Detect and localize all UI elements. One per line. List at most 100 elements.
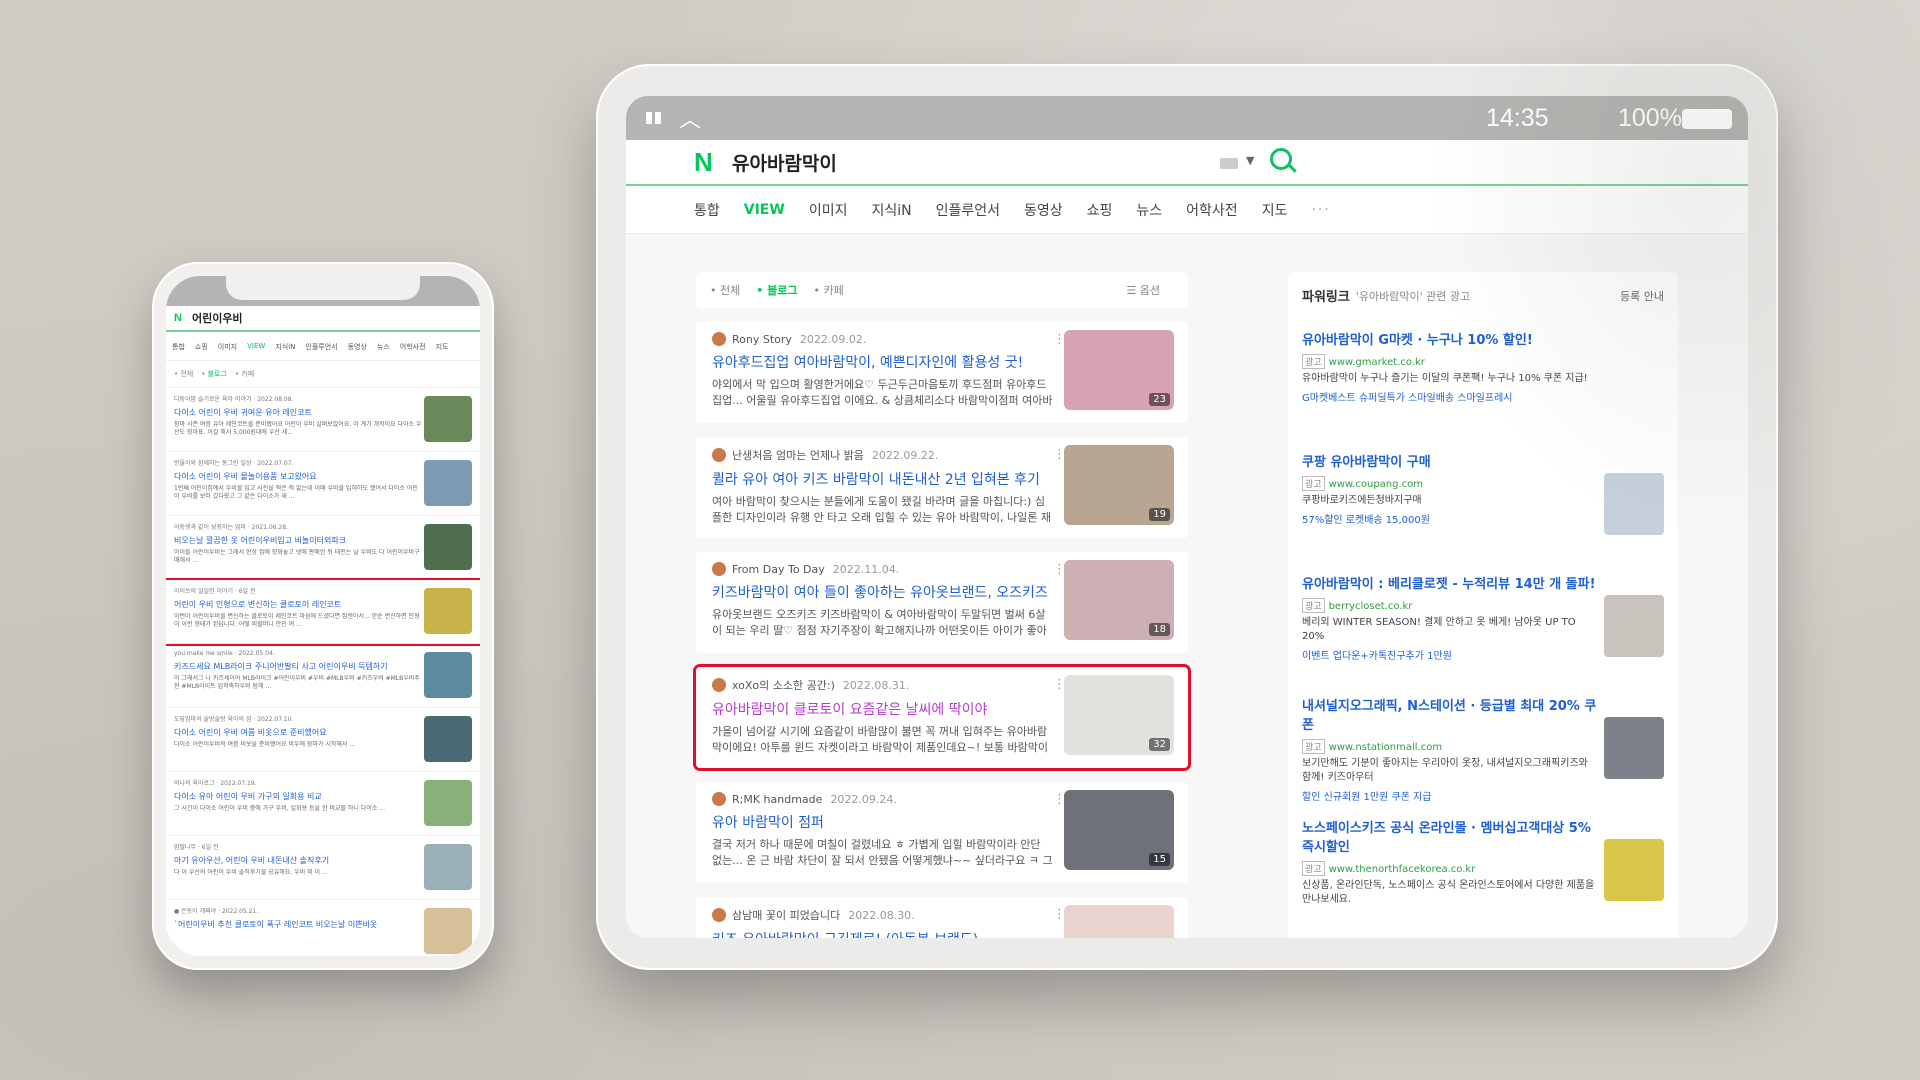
ad-url[interactable]: 광고 www.gmarket.co.kr [1302,354,1598,369]
filter-cafe[interactable]: • 카페 [813,282,843,298]
result-title[interactable]: 키즈 유아바람막이 구김제로! (아동복 브랜드) [712,929,1054,938]
result-title[interactable]: 유아바람막이 클로토이 요즘같은 날씨에 딱이야 [712,699,1054,719]
search-icon[interactable] [1270,148,1292,170]
result-author[interactable]: 삼남매 꽃이 피었습니다 [732,907,840,923]
tab-item[interactable]: 통합 [694,200,720,220]
phone-result-item[interactable]: 도담엄마의 솔방솔방 육아의 섬 · 2022.07.10. 다이소 어린이 우비… [166,708,480,772]
ad-extension-links[interactable]: 할인 신규회원 1만원 쿠폰 지급 [1302,788,1598,803]
ad-extension-links[interactable]: 57%할인 로켓배송 15,000원 [1302,511,1598,526]
result-thumbnail[interactable] [1064,905,1174,938]
result-author[interactable]: xoXo의 소소한 공간:) [732,677,835,693]
ad-thumbnail[interactable] [1604,717,1664,779]
result-thumbnail[interactable]: 19 [1064,445,1174,525]
ad-title[interactable]: 노스페이스키즈 공식 온라인몰 · 멤버십고객대상 5% 즉시할인 [1302,819,1598,857]
result-author[interactable]: 난생처음 엄마는 언제나 밝음 [732,447,864,463]
phone-result-item[interactable]: ● 은동이 개찌야 · 2022.05.21. `어린이우비 추천 클로토이 폭구… [166,900,480,956]
filter-all[interactable]: • 전체 [710,282,740,298]
result-card[interactable]: 난생처음 엄마는 언제나 밝음 2022.09.22. ⋮ 퀼라 유아 여아 키즈 바… [696,437,1188,538]
phone-result-title[interactable]: 다이소 어린이 우비 귀여운 유아 레인코트 [174,407,422,418]
result-thumbnail[interactable]: 18 [1064,560,1174,640]
phone-tab-item[interactable]: 뉴스 [377,342,390,352]
tab-item[interactable]: 어학사전 [1186,200,1238,220]
result-thumbnail[interactable]: 32 [1064,675,1174,755]
phone-result-thumbnail[interactable] [424,844,472,890]
options-button[interactable]: ☰ 옵션 [1126,282,1160,298]
result-author[interactable]: R;MK handmade [732,793,822,806]
phone-tab-item[interactable]: 어학사전 [400,342,426,352]
result-author[interactable]: Rony Story [732,333,792,346]
phone-result-title[interactable]: 키즈드세요 MLB라이크 주니어반팔티 사고 어린이우비 득템하기 [174,661,422,672]
phone-tab-item[interactable]: VIEW [247,342,265,352]
keyboard-icon[interactable] [1220,158,1238,169]
tab-item[interactable]: 쇼핑 [1087,200,1113,220]
phone-result-title[interactable]: 어린이 우비 인형으로 변신하는 클로토이 레인코트 [174,599,422,610]
phone-tab-item[interactable]: 지도 [436,342,449,352]
phone-result-thumbnail[interactable] [424,652,472,698]
ad-title[interactable]: 유아바람막이 G마켓 · 누구나 10% 할인! [1302,331,1598,350]
phone-result-thumbnail[interactable] [424,524,472,570]
phone-result-item[interactable]: you make me smile · 2022.05.04. 키즈드세요 MLB… [166,644,480,708]
phone-result-thumbnail[interactable] [424,588,472,634]
naver-logo-icon[interactable]: N [694,147,732,178]
phone-result-title[interactable]: `어린이우비 추천 클로토이 폭구 레인코트 비오는날 이쁜비옷 [174,919,422,930]
phone-result-thumbnail[interactable] [424,780,472,826]
phone-result-item[interactable]: 아이쓰의 일일한 이야기 · 6일 전 어린이 우비 인형으로 변신하는 클로토이… [166,578,480,646]
phone-tab-item[interactable]: 지식iN [275,342,295,352]
result-card[interactable]: xoXo의 소소한 공간:) 2022.08.31. ⋮ 유아바람막이 클로토이 요즘… [693,664,1191,771]
ad-url-text[interactable]: www.nstationmall.com [1329,742,1443,753]
phone-result-title[interactable]: 비오는날 깔끔한 옷 어린이우비입고 비놀이터외파크 [174,535,422,546]
phone-search-header[interactable]: N 어린이우비 [166,306,480,332]
phone-result-item[interactable]: 비나의 육아로그 · 2022.07.19. 다이소 유아 어린이 우비 가구의 … [166,772,480,836]
tab-item[interactable]: 동영상 [1024,200,1063,220]
tab-item[interactable]: VIEW [744,202,785,218]
phone-search-query[interactable]: 어린이우비 [192,310,243,326]
ad-thumbnail[interactable] [1604,595,1664,657]
result-author[interactable]: From Day To Day [732,563,825,576]
ad-title[interactable]: 쿠팡 유아바람막이 구매 [1302,453,1598,472]
phone-result-title[interactable]: 다이소 어린이 우비 여름 비옷으로 준비했어요 [174,727,422,738]
result-title[interactable]: 유아 바람막이 점퍼 [712,812,1054,832]
phone-result-item[interactable]: 방울이와 함께하는 동그란 일상 · 2022.07.07. 다이소 어린이 우비… [166,452,480,516]
ad-thumbnail[interactable] [1604,473,1664,535]
result-thumbnail[interactable]: 15 [1064,790,1174,870]
ad-url[interactable]: 광고 www.nstationmall.com [1302,739,1598,754]
phone-result-item[interactable]: 다둥이맘 슬기로운 육아 이야기 · 2022.08.08. 다이소 어린이 우비… [166,388,480,452]
search-query[interactable]: 유아바람막이 [732,149,837,176]
filter-blog[interactable]: • 블로그 [756,282,797,298]
ad-item[interactable]: 노스페이스키즈 공식 온라인몰 · 멤버십고객대상 5% 즉시할인광고 www.t… [1302,819,1664,915]
result-thumbnail[interactable]: 23 [1064,330,1174,410]
phone-tab-item[interactable]: 통합 [172,342,185,352]
tab-item[interactable]: 인플루언서 [936,200,1000,220]
result-title[interactable]: 유아후드집업 여아바람막이, 예쁜디자인에 활용성 굿! [712,352,1054,372]
phone-result-thumbnail[interactable] [424,908,472,954]
result-title[interactable]: 키즈바람막이 여아 들이 좋아하는 유아옷브랜드, 오즈키즈 [712,582,1054,602]
tab-item[interactable]: ··· [1311,202,1330,218]
phone-result-thumbnail[interactable] [424,716,472,762]
result-card[interactable]: Rony Story 2022.09.02. ⋮ 유아후드집업 여아바람막이, 예쁜디… [696,322,1188,423]
register-guide-link[interactable]: 등록 안내 [1620,288,1664,304]
phone-filter-cafe[interactable]: • 카페 [235,369,254,379]
tab-item[interactable]: 뉴스 [1136,200,1162,220]
ad-thumbnail[interactable] [1604,839,1664,901]
phone-result-item[interactable]: 맘딸나무 · 6일 전 아기 유아우산, 어린이 우비 내돈내산 솔직후기 다 이 … [166,836,480,900]
phone-filter-all[interactable]: • 전체 [174,369,193,379]
ad-url-text[interactable]: www.gmarket.co.kr [1329,357,1425,368]
ad-item[interactable]: 유아바람막이 : 베리클로젯 - 누적리뷰 14만 개 돌파! 광고 berrycl… [1302,575,1664,671]
result-card[interactable]: From Day To Day 2022.11.04. ⋮ 키즈바람막이 여아 들이 … [696,552,1188,653]
phone-filter-blog[interactable]: • 블로그 [201,369,227,379]
phone-result-thumbnail[interactable] [424,460,472,506]
ad-url[interactable]: 광고 www.coupang.com [1302,476,1598,491]
result-title[interactable]: 퀼라 유아 여아 키즈 바람막이 내돈내산 2년 입혀본 후기 [712,469,1054,489]
tab-item[interactable]: 이미지 [809,200,848,220]
phone-result-thumbnail[interactable] [424,396,472,442]
ad-item[interactable]: 쿠팡 유아바람막이 구매 광고 www.coupang.com 쿠팡바로키즈에든청바지… [1302,453,1664,549]
ad-url-text[interactable]: berrycloset.co.kr [1329,601,1413,612]
phone-result-title[interactable]: 아기 유아우산, 어린이 우비 내돈내산 솔직후기 [174,855,422,866]
phone-tab-item[interactable]: 쇼핑 [195,342,208,352]
ad-title[interactable]: 유아바람막이 : 베리클로젯 - 누적리뷰 14만 개 돌파! [1302,575,1598,594]
phone-result-title[interactable]: 다이소 유아 어린이 우비 가구의 일회용 비교 [174,791,422,802]
ad-url[interactable]: 광고 www.thenorthfacekorea.co.kr [1302,861,1598,876]
chevron-down-icon[interactable]: ▼ [1246,154,1254,167]
ad-url-text[interactable]: www.thenorthfacekorea.co.kr [1329,864,1476,875]
ad-item[interactable]: 유아바람막이 G마켓 · 누구나 10% 할인! 광고 www.gmarket.co… [1302,331,1664,427]
